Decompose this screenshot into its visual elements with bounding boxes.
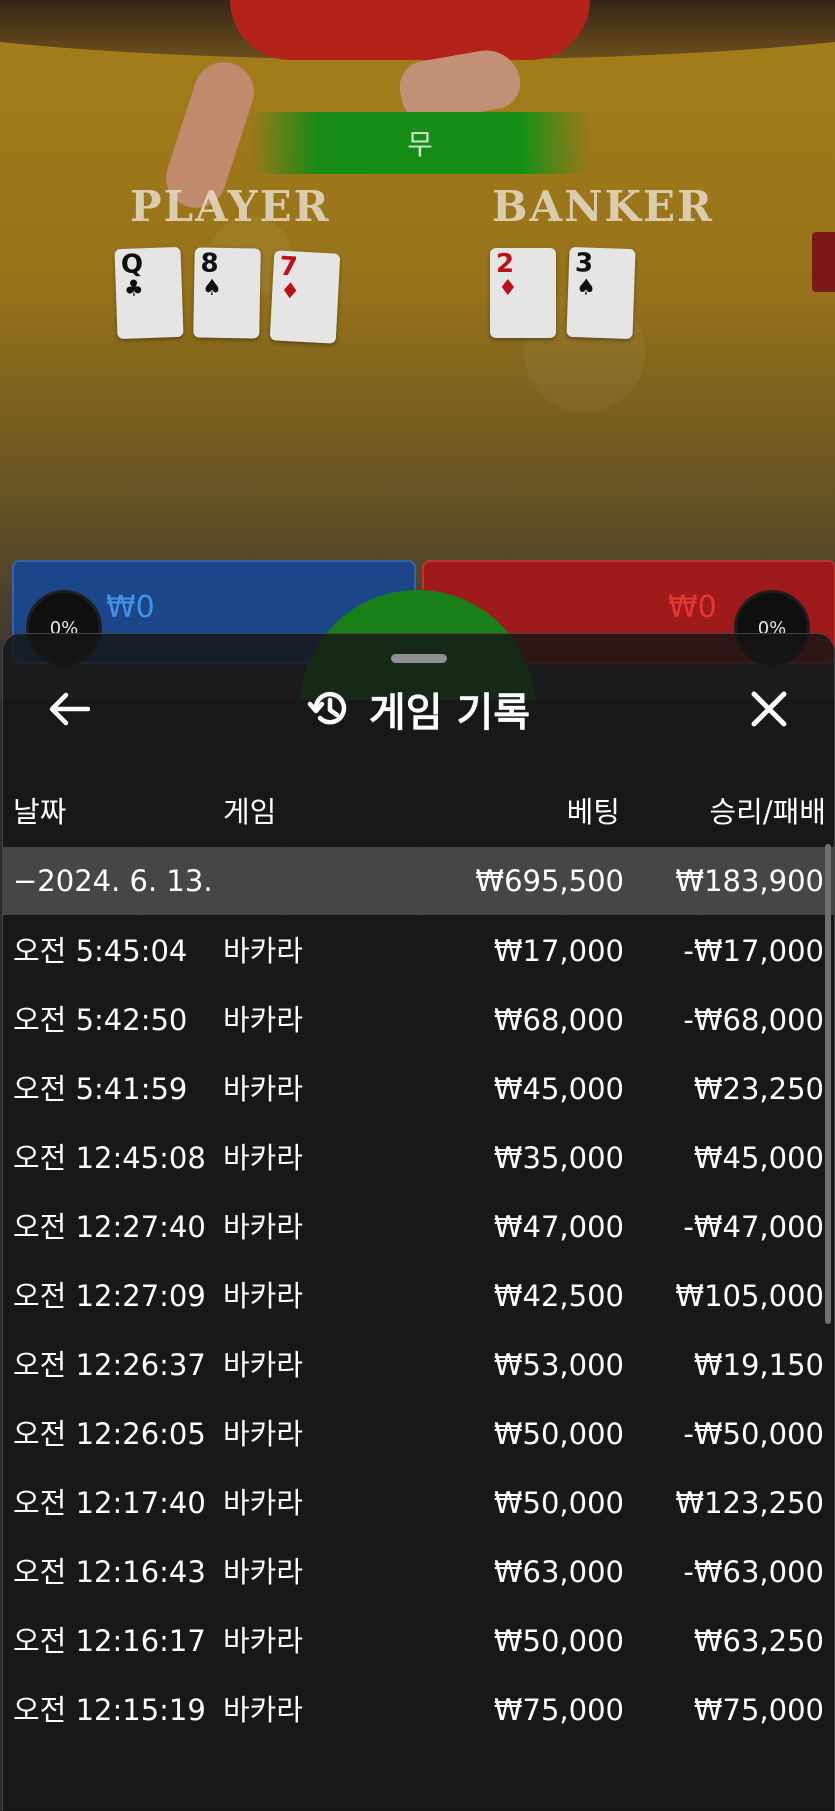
page-title: 게임 기록: [368, 690, 531, 736]
history-row[interactable]: 오전 12:16:17 바카라 ₩50,000 ₩63,250: [3, 1607, 834, 1675]
row-time: 오전 12:15:19: [13, 1693, 206, 1727]
history-row[interactable]: 오전 12:26:05 바카라 ₩50,000 -₩50,000: [3, 1400, 834, 1468]
summary-bet-total: ₩695,500: [475, 864, 624, 898]
row-time: 오전 12:16:17: [13, 1624, 206, 1658]
history-row[interactable]: 오전 5:41:59 바카라 ₩45,000 ₩23,250: [3, 1055, 834, 1123]
row-game: 바카라: [223, 1693, 304, 1727]
row-bet: ₩47,000: [493, 1210, 624, 1244]
row-time: 오전 12:26:05: [13, 1417, 206, 1451]
row-game: 바카라: [223, 1555, 304, 1589]
row-bet: ₩45,000: [493, 1072, 624, 1106]
row-bet: ₩63,000: [493, 1555, 624, 1589]
row-time: 오전 12:27:40: [13, 1210, 206, 1244]
row-win-loss: -₩50,000: [683, 1417, 824, 1451]
row-bet: ₩17,000: [493, 934, 624, 968]
row-time: 오전 12:16:43: [13, 1555, 206, 1589]
sheet-header: 게임 기록: [3, 676, 834, 742]
history-row[interactable]: 오전 12:27:09 바카라 ₩42,500 ₩105,000: [3, 1262, 834, 1330]
history-row[interactable]: 오전 12:26:37 바카라 ₩53,000 ₩19,150: [3, 1331, 834, 1399]
column-header-date: 날짜: [13, 795, 67, 829]
row-bet: ₩42,500: [493, 1279, 624, 1313]
history-icon: [307, 691, 347, 725]
row-game: 바카라: [223, 1486, 304, 1520]
row-time: 오전 5:45:04: [13, 934, 188, 968]
history-row[interactable]: 오전 12:15:19 바카라 ₩75,000 ₩75,000: [3, 1676, 834, 1744]
row-game: 바카라: [223, 1003, 304, 1037]
row-win-loss: ₩19,150: [693, 1348, 824, 1382]
column-header-game: 게임: [223, 795, 277, 829]
history-row[interactable]: 오전 12:45:08 바카라 ₩35,000 ₩45,000: [3, 1124, 834, 1192]
row-win-loss: ₩23,250: [693, 1072, 824, 1106]
row-bet: ₩50,000: [493, 1486, 624, 1520]
column-header-win-loss: 승리/패배: [709, 795, 827, 829]
scrollbar[interactable]: [825, 844, 831, 1324]
row-win-loss: -₩17,000: [683, 934, 824, 968]
game-history-sheet: 게임 기록 날짜 게임 베팅 승리/패배 −2024. 6. 13. ₩695,…: [2, 633, 835, 1811]
row-bet: ₩35,000: [493, 1141, 624, 1175]
row-time: 오전 12:45:08: [13, 1141, 206, 1175]
row-game: 바카라: [223, 1279, 304, 1313]
row-game: 바카라: [223, 934, 304, 968]
row-win-loss: ₩45,000: [693, 1141, 824, 1175]
row-win-loss: ₩105,000: [675, 1279, 824, 1313]
row-bet: ₩50,000: [493, 1417, 624, 1451]
row-game: 바카라: [223, 1141, 304, 1175]
row-game: 바카라: [223, 1210, 304, 1244]
history-row[interactable]: 오전 12:17:40 바카라 ₩50,000 ₩123,250: [3, 1469, 834, 1537]
history-row[interactable]: 오전 5:42:50 바카라 ₩68,000 -₩68,000: [3, 986, 834, 1054]
row-win-loss: -₩68,000: [683, 1003, 824, 1037]
row-win-loss: -₩63,000: [683, 1555, 824, 1589]
row-game: 바카라: [223, 1072, 304, 1106]
row-bet: ₩75,000: [493, 1693, 624, 1727]
row-win-loss: ₩63,250: [693, 1624, 824, 1658]
row-game: 바카라: [223, 1348, 304, 1382]
row-win-loss: -₩47,000: [683, 1210, 824, 1244]
history-row[interactable]: 오전 5:45:04 바카라 ₩17,000 -₩17,000: [3, 917, 834, 985]
close-button[interactable]: [739, 679, 799, 739]
history-row[interactable]: 오전 12:16:43 바카라 ₩63,000 -₩63,000: [3, 1538, 834, 1606]
summary-win-loss-total: ₩183,900: [675, 864, 824, 898]
sheet-drag-handle[interactable]: [391, 654, 447, 663]
column-header-bet: 베팅: [566, 795, 620, 829]
history-row[interactable]: 오전 12:27:40 바카라 ₩47,000 -₩47,000: [3, 1193, 834, 1261]
row-win-loss: ₩75,000: [693, 1693, 824, 1727]
row-time: 오전 5:41:59: [13, 1072, 188, 1106]
close-icon: [751, 691, 787, 727]
row-game: 바카라: [223, 1417, 304, 1451]
summary-date: −2024. 6. 13.: [13, 864, 213, 898]
row-bet: ₩50,000: [493, 1624, 624, 1658]
row-time: 오전 12:26:37: [13, 1348, 206, 1382]
row-bet: ₩68,000: [493, 1003, 624, 1037]
row-game: 바카라: [223, 1624, 304, 1658]
row-time: 오전 12:17:40: [13, 1486, 206, 1520]
date-summary-row[interactable]: −2024. 6. 13. ₩695,500 ₩183,900: [3, 847, 834, 915]
row-win-loss: ₩123,250: [675, 1486, 824, 1520]
row-time: 오전 12:27:09: [13, 1279, 206, 1313]
row-time: 오전 5:42:50: [13, 1003, 188, 1037]
row-bet: ₩53,000: [493, 1348, 624, 1382]
